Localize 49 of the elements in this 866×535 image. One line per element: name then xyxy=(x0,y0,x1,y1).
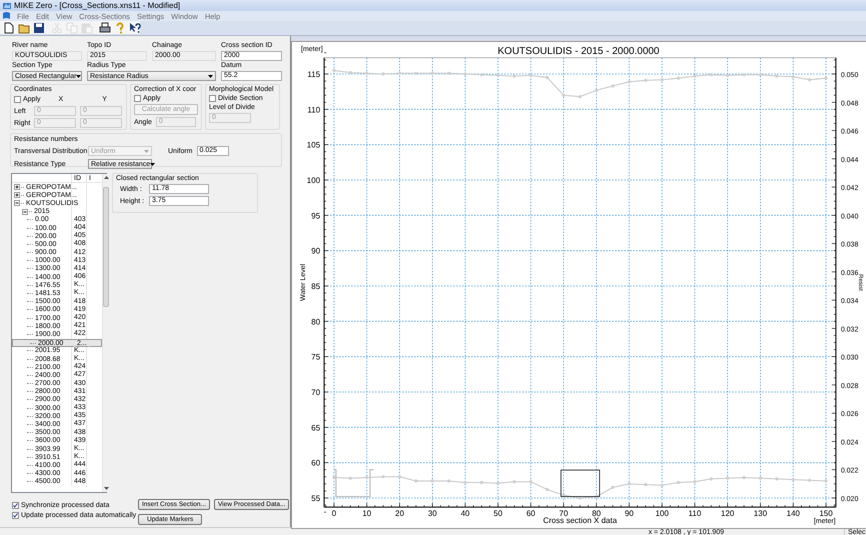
axis-tick-label: 130 xyxy=(754,509,768,518)
axis-tick-label: 80 xyxy=(311,317,320,326)
expand-icon[interactable] xyxy=(14,192,20,198)
window-title: MIKE Zero - [Cross_Sections.xns11 - Modified] xyxy=(14,1,180,10)
axis-tick-label: 60 xyxy=(526,509,536,518)
axis-title: Cross section X data xyxy=(543,516,617,526)
caret-icon xyxy=(208,74,213,78)
axis-tick-label: 115 xyxy=(307,70,320,79)
axis-tick-label: 140 xyxy=(786,509,800,518)
scroll-up-icon[interactable] xyxy=(104,176,108,179)
axis-tick-label: 110 xyxy=(688,509,702,518)
axis-tick-label: 95 xyxy=(311,211,320,220)
axis-tick-label: 100 xyxy=(655,509,669,518)
axis-tick-label: 30 xyxy=(428,509,437,518)
app-icon xyxy=(3,2,11,10)
axis-tick-label: 90 xyxy=(311,246,320,256)
axis-tick-label: 90 xyxy=(624,509,634,518)
axis-tick-label: 0 xyxy=(332,509,336,518)
axis-tick-label: 65 xyxy=(311,423,320,432)
caret-icon xyxy=(150,162,156,166)
marker-line xyxy=(334,469,374,498)
caret-icon xyxy=(76,74,82,78)
axis-tick-label: 55 xyxy=(311,494,320,503)
axis-tick-label: 60 xyxy=(311,458,320,468)
axis-tick-label: 100 xyxy=(306,176,320,185)
axis-tick-label: 80 xyxy=(592,509,601,518)
chart-title: KOUTSOULIDIS - 2015 - 2000.0000 xyxy=(498,46,660,57)
axis-tick-label: 70 xyxy=(311,388,320,397)
expand-icon[interactable] xyxy=(14,184,20,190)
axis-tick-label: 105 xyxy=(306,140,320,150)
axis-tick-label: 70 xyxy=(559,509,568,518)
axis-tick-label: 50 xyxy=(494,509,502,518)
pointer-help-icon[interactable] xyxy=(129,22,141,34)
axis-tick-label: 75 xyxy=(311,352,320,362)
caret-icon xyxy=(144,150,149,152)
axis-tick-label: 150 xyxy=(819,509,833,518)
scroll-down-icon[interactable] xyxy=(104,487,108,490)
axis-tick-label: 40 xyxy=(460,509,470,518)
collapse-icon[interactable] xyxy=(22,208,28,215)
axis-tick-label: 120 xyxy=(720,509,734,518)
collapse-icon[interactable] xyxy=(14,200,20,206)
printer-icon[interactable] xyxy=(99,22,111,34)
scrollbar[interactable] xyxy=(102,174,109,492)
axis-tick-label: 110 xyxy=(307,105,320,114)
section-outline xyxy=(560,470,600,497)
axis-tick-label: 20 xyxy=(395,509,404,518)
axis-tick-label: 85 xyxy=(311,282,320,291)
axis-tick-label: 10 xyxy=(362,509,372,518)
document-icon xyxy=(3,12,10,20)
